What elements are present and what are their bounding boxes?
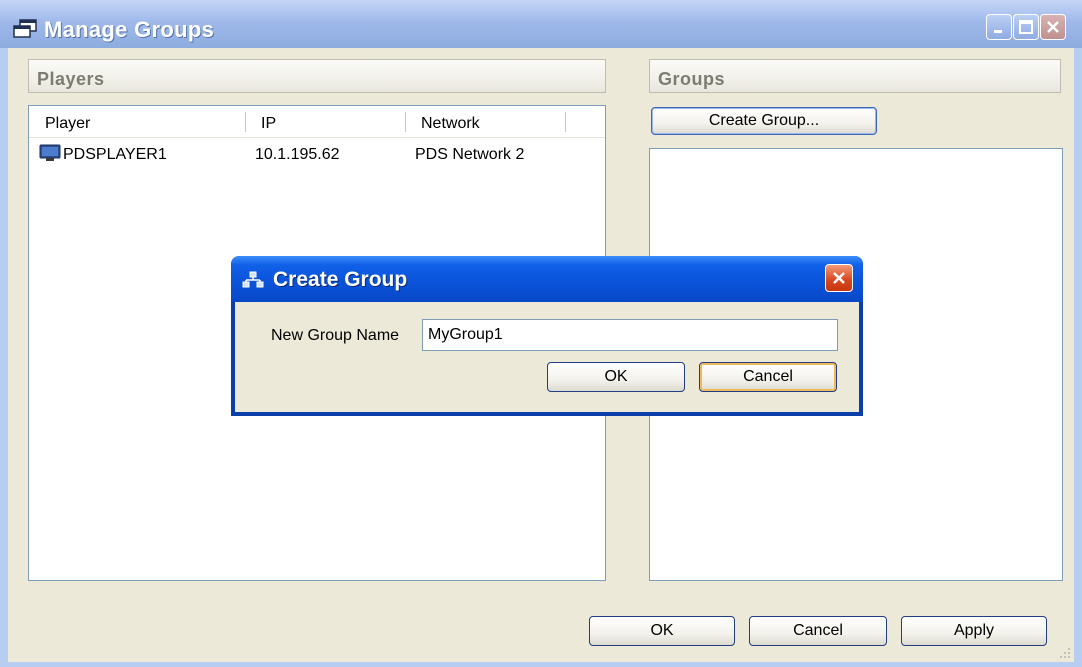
window-stack-icon <box>13 19 37 38</box>
group-icon <box>242 271 264 288</box>
close-icon <box>1047 21 1059 33</box>
dialog-title-bar[interactable]: Create Group <box>231 256 863 302</box>
group-name-input[interactable] <box>422 319 838 351</box>
player-network: PDS Network 2 <box>415 146 525 163</box>
cancel-button[interactable]: Cancel <box>749 616 887 646</box>
player-ip: 10.1.195.62 <box>255 146 340 163</box>
minimize-button[interactable] <box>986 14 1012 40</box>
create-group-button[interactable]: Create Group... <box>651 107 877 135</box>
dialog-body: New Group Name OK Cancel <box>235 302 859 412</box>
dialog-title: Create Group <box>273 268 408 291</box>
ok-button[interactable]: OK <box>589 616 735 646</box>
dialog-close-button[interactable] <box>825 264 853 292</box>
column-separator[interactable] <box>245 112 246 132</box>
title-bar[interactable]: Manage Groups <box>0 0 1082 48</box>
column-separator[interactable] <box>565 112 566 132</box>
groups-header: Groups <box>649 59 1061 93</box>
close-icon <box>833 272 845 284</box>
column-header-ip[interactable]: IP <box>261 115 276 133</box>
maximize-icon <box>1019 20 1033 34</box>
column-header-player[interactable]: Player <box>45 115 90 133</box>
create-group-dialog: Create Group New Group Name OK Cancel <box>231 256 863 416</box>
apply-button[interactable]: Apply <box>901 616 1047 646</box>
minimize-icon <box>994 30 1002 33</box>
dialog-cancel-button[interactable]: Cancel <box>699 362 837 392</box>
column-separator[interactable] <box>405 112 406 132</box>
table-row[interactable]: PDSPLAYER1 10.1.195.62 PDS Network 2 <box>29 142 605 166</box>
window-title: Manage Groups <box>44 17 215 42</box>
column-header-network[interactable]: Network <box>421 115 480 133</box>
resize-grip-icon[interactable] <box>1058 646 1072 660</box>
players-list-header: Player IP Network <box>29 106 605 138</box>
monitor-icon <box>39 144 61 161</box>
maximize-button[interactable] <box>1013 14 1039 40</box>
player-name: PDSPLAYER1 <box>63 146 167 163</box>
group-name-label: New Group Name <box>271 327 400 344</box>
players-header: Players <box>28 59 606 93</box>
close-button[interactable] <box>1040 14 1066 40</box>
dialog-ok-button[interactable]: OK <box>547 362 685 392</box>
